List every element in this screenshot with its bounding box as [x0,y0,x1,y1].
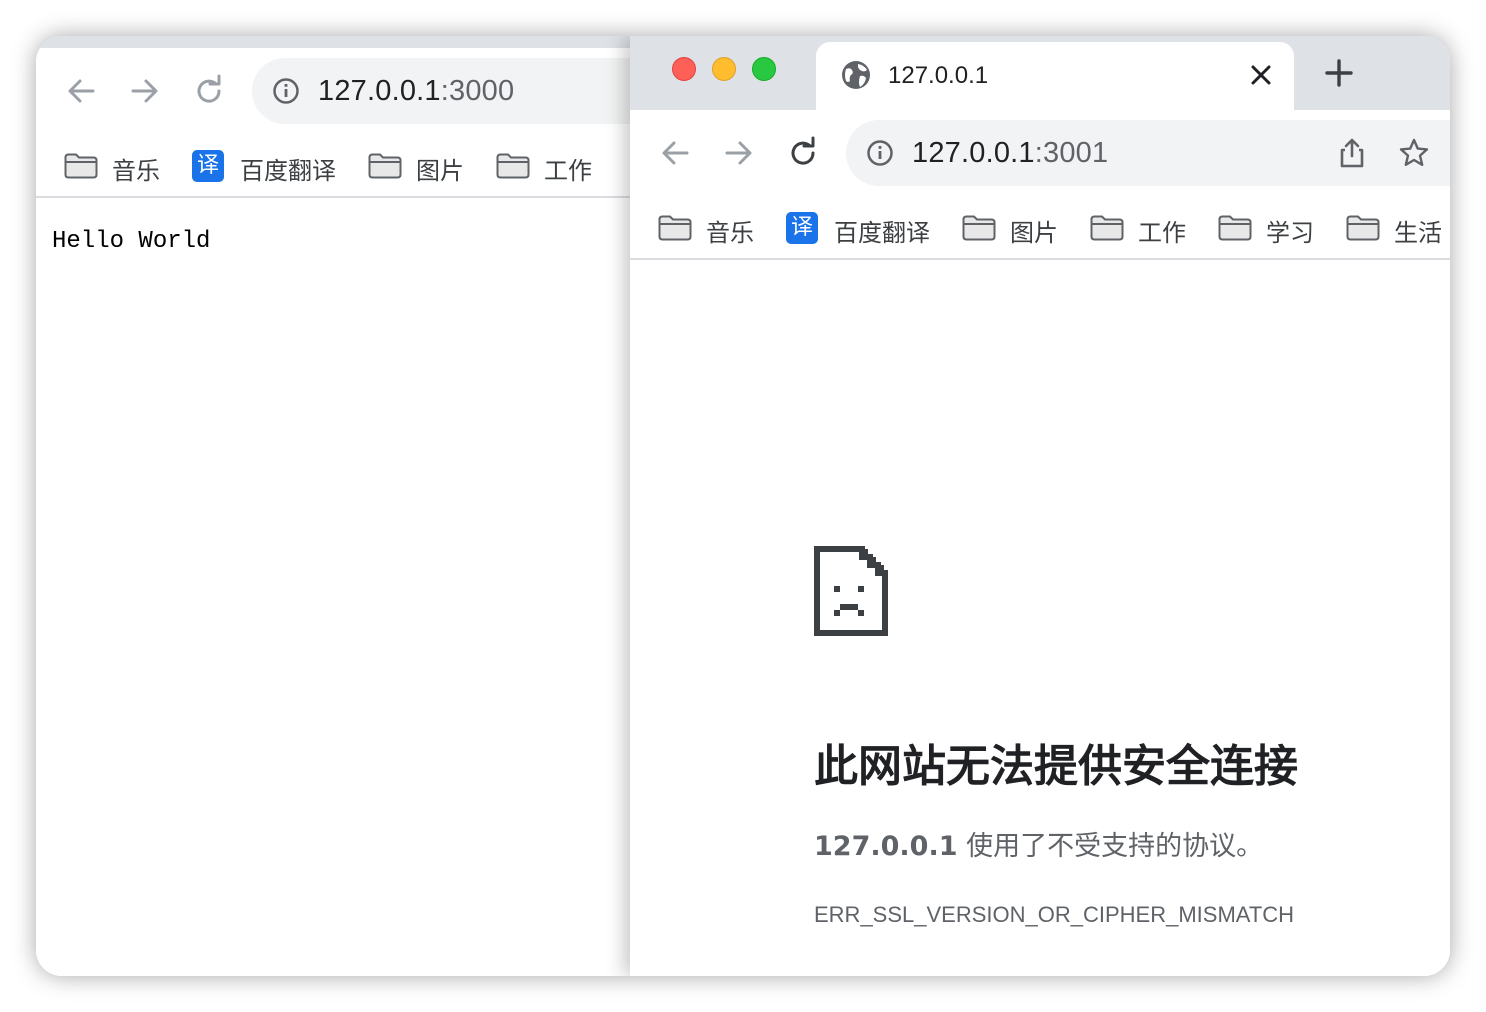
new-tab-plus-icon[interactable] [1324,58,1354,88]
back-toolbar: 127.0.0.1:3000 [36,48,672,134]
reload-icon[interactable] [786,136,820,170]
front-browser-window[interactable]: 127.0.0.1 127.0.0.1:3001 音乐 译 百度翻译 图片 工作… [630,36,1450,976]
back-arrow-icon[interactable] [64,74,98,108]
front-url-text: 127.0.0.1:3001 [912,137,1109,169]
folder-icon [658,215,692,241]
folder-icon [1218,215,1252,241]
translate-icon: 译 [192,150,224,182]
back-address-bar[interactable]: 127.0.0.1:3000 [252,58,672,124]
front-toolbar: 127.0.0.1:3001 [630,110,1450,196]
minimize-window-button[interactable] [712,57,736,81]
site-info-icon[interactable] [272,77,300,105]
front-tab-strip: 127.0.0.1 [630,36,1450,110]
site-info-icon[interactable] [866,139,894,167]
screenshot-stage: 127.0.0.1:3000 音乐 译 百度翻译 图片 工作 Hello Wor… [0,0,1486,1012]
zoom-window-button[interactable] [752,57,776,81]
bookmark-star-icon[interactable] [1398,137,1430,169]
folder-icon [1346,215,1380,241]
folder-icon [496,153,530,179]
globe-icon [842,61,870,89]
close-tab-icon[interactable] [1248,62,1274,88]
back-tab-strip [36,36,636,48]
front-address-bar[interactable]: 127.0.0.1:3001 [846,120,1450,186]
sad-page-icon [814,546,888,636]
error-page: 此网站无法提供安全连接 127.0.0.1 使用了不受支持的协议。 ERR_SS… [630,260,1450,976]
front-bookmarks-bar: 音乐 译 百度翻译 图片 工作 学习 生活 [630,196,1450,260]
error-code: ERR_SSL_VERSION_OR_CIPHER_MISMATCH [814,902,1295,927]
active-tab[interactable]: 127.0.0.1 [816,42,1294,110]
share-icon[interactable] [1336,137,1368,169]
back-browser-window[interactable]: 127.0.0.1:3000 音乐 译 百度翻译 图片 工作 Hello Wor… [36,36,672,976]
folder-icon [64,153,98,179]
reload-icon[interactable] [192,74,226,108]
translate-icon: 译 [786,212,818,244]
error-title: 此网站无法提供安全连接 [814,741,1298,792]
back-url-text: 127.0.0.1:3000 [318,75,515,107]
back-arrow-icon[interactable] [658,136,692,170]
forward-arrow-icon[interactable] [128,74,162,108]
hello-world-text: Hello World [52,228,211,255]
folder-icon [962,215,996,241]
folder-icon [1090,215,1124,241]
back-bookmarks-bar: 音乐 译 百度翻译 图片 工作 [36,134,636,198]
folder-icon [368,153,402,179]
forward-arrow-icon[interactable] [722,136,756,170]
window-frame: 127.0.0.1:3000 音乐 译 百度翻译 图片 工作 Hello Wor… [36,36,1450,976]
back-page-content: Hello World [36,198,636,976]
tab-title: 127.0.0.1 [888,62,989,89]
error-description: 127.0.0.1 使用了不受支持的协议。 [814,831,1264,862]
close-window-button[interactable] [672,57,696,81]
